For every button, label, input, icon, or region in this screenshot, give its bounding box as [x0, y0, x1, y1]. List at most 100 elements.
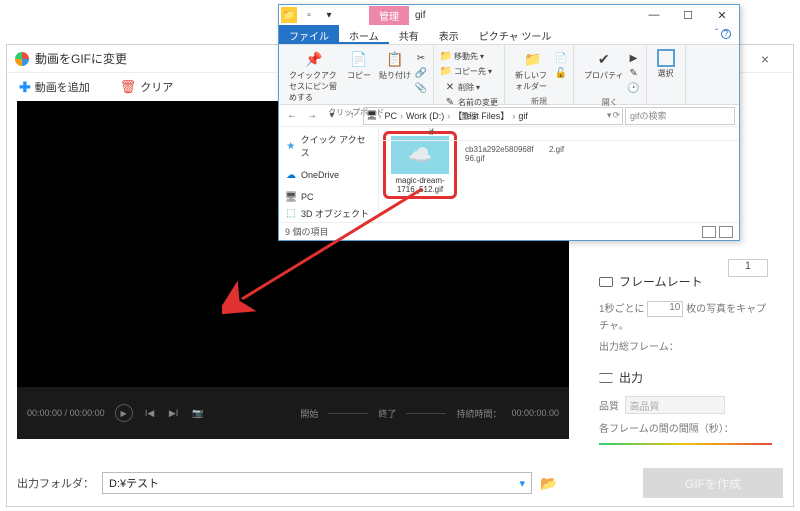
address-bar-row: ← → ▾ ↑ 🖥› PC› Work (D:)› 【Test Files】› … — [279, 105, 739, 127]
close-window-button[interactable]: ✕ — [705, 9, 739, 22]
pc-breadcrumb-icon: 🖥 — [366, 110, 377, 121]
history-button[interactable]: 🕑 — [628, 81, 640, 95]
edit-button[interactable]: ✎ — [628, 66, 640, 80]
move-to-button[interactable]: 📁移動先 ▾ — [440, 49, 498, 63]
start-field[interactable] — [328, 413, 368, 414]
menu-home[interactable]: ホーム — [339, 25, 389, 44]
menu-view[interactable]: 表示 — [429, 25, 469, 44]
new-folder-icon: 📁 — [523, 49, 543, 69]
file-item-selected[interactable]: ☁️ magic-dream-1716_512.gif — [388, 136, 452, 194]
close-button[interactable]: × — [745, 51, 785, 67]
maximize-button[interactable]: ☐ — [671, 9, 705, 22]
framerate-icon — [599, 277, 613, 287]
fps-input[interactable]: 10 — [647, 301, 683, 317]
selected-file-highlight: ☁️ magic-dream-1716_512.gif — [383, 131, 457, 199]
output-heading: 出力 — [599, 369, 772, 386]
address-bar[interactable]: 🖥› PC› Work (D:)› 【Test Files】› gif ▾⟳ — [363, 107, 623, 125]
player-controls: 00:00:00 / 00:00:00 ▶ I◀ ▶I 📷 開始 終了 持続時間… — [17, 387, 569, 439]
file-name: magic-dream-1716_512.gif — [388, 176, 452, 194]
forward-button[interactable]: → — [303, 107, 321, 125]
snapshot-button[interactable]: 📷 — [191, 408, 205, 419]
refresh-icon[interactable]: ⟳ — [612, 110, 620, 121]
back-button[interactable]: ← — [283, 107, 301, 125]
frame-gap-row: 各フレームの間の間隔（秒）： — [599, 420, 772, 435]
up-button[interactable]: ↑ — [343, 107, 361, 125]
output-icon — [599, 373, 613, 383]
menu-share[interactable]: 共有 — [389, 25, 429, 44]
crumb-gif[interactable]: gif — [516, 111, 530, 121]
browse-folder-icon[interactable]: 📂 — [540, 475, 557, 492]
properties-icon: ✔ — [594, 49, 614, 69]
item-count: 9 個の項目 — [285, 225, 329, 238]
dropdown-icon[interactable]: ▾ — [519, 477, 525, 490]
loop-count-input[interactable]: 1 — [728, 259, 768, 277]
nav-quick-access[interactable]: ★クイック アクセス — [283, 131, 374, 161]
file-item[interactable]: 2.gif — [545, 145, 585, 154]
clear-button[interactable]: 🗑クリア — [120, 79, 174, 95]
duration-value: 00:00:00.00 — [511, 408, 559, 418]
ribbon: 📌クイックアクセスにピン留めする 📄コピー 📋貼り付け ✂🔗📎 クリップボード … — [279, 45, 739, 105]
menu-file[interactable]: ファイル — [279, 25, 339, 44]
paste-button[interactable]: 📋貼り付け — [375, 47, 415, 105]
add-video-button[interactable]: ✚動画を追加 — [19, 79, 90, 96]
quality-select[interactable]: 高品質 — [625, 396, 725, 414]
minimize-button[interactable]: — — [637, 9, 671, 22]
qat-dropdown-icon[interactable]: ▾ — [321, 7, 337, 23]
copy-path-button[interactable]: 🔗 — [415, 66, 427, 80]
next-frame-button[interactable]: ▶I — [167, 408, 181, 419]
explorer-menu: ファイル ホーム 共有 表示 ピクチャ ツール ˇ ? — [279, 25, 739, 45]
properties-button[interactable]: ✔プロパティ — [580, 47, 628, 95]
delete-button[interactable]: ✕削除 ▾ — [444, 80, 498, 94]
new-item-button[interactable]: 📄 — [555, 51, 567, 65]
cut-button[interactable]: ✂ — [415, 51, 427, 65]
new-folder-button[interactable]: 📁新しいフォルダー — [511, 47, 555, 94]
quality-row: 品質 高品質 — [599, 396, 772, 414]
quality-gradient — [599, 443, 772, 445]
output-folder-input[interactable]: D:¥テスト▾ — [102, 472, 532, 494]
select-icon — [657, 49, 675, 67]
nav-onedrive[interactable]: ☁OneDrive — [283, 167, 374, 183]
file-explorer-window: 📁 ▫ ▾ 管理 gif — ☐ ✕ ファイル ホーム 共有 表示 ピクチャ ツ… — [278, 4, 740, 241]
file-thumbnail: ☁️ — [391, 136, 449, 174]
menu-picture-tools[interactable]: ピクチャ ツール — [469, 25, 562, 44]
select-button[interactable]: 選択 — [653, 47, 679, 81]
crumb-testfiles[interactable]: 【Test Files】 — [451, 109, 511, 122]
file-list[interactable]: if ☁️ magic-dream-1716_512.gif cb31a292e… — [379, 127, 739, 222]
qat-icon[interactable]: ▫ — [301, 7, 317, 23]
easy-access-button[interactable]: 🔓 — [555, 66, 567, 80]
framerate-row: 1秒ごとに 10 枚の写真をキャプチャ。 — [599, 300, 772, 332]
nav-3d-objects[interactable]: ⬚3D オブジェクト — [283, 205, 374, 222]
context-tab[interactable]: 管理 — [369, 6, 409, 25]
view-details-icon[interactable] — [702, 226, 716, 238]
bottom-bar: 出力フォルダ： D:¥テスト▾ 📂 GIFを作成 — [17, 468, 783, 498]
open-button[interactable]: ▶ — [628, 51, 640, 65]
col-header[interactable]: if — [429, 127, 434, 137]
nav-pc[interactable]: 🖥PC — [283, 189, 374, 205]
prev-frame-button[interactable]: I◀ — [143, 408, 157, 419]
trash-icon: 🗑 — [120, 79, 137, 95]
star-icon: ★ — [285, 140, 297, 152]
create-gif-button[interactable]: GIFを作成 — [643, 468, 783, 498]
end-field[interactable] — [406, 413, 446, 414]
output-frames-row: 出力総フレーム： — [599, 338, 772, 353]
view-large-icon[interactable] — [719, 226, 733, 238]
recent-dropdown[interactable]: ▾ — [323, 107, 341, 125]
paste-shortcut-button[interactable]: 📎 — [415, 81, 427, 95]
play-button[interactable]: ▶ — [115, 404, 133, 422]
pin-quickaccess-button[interactable]: 📌クイックアクセスにピン留めする — [285, 47, 343, 105]
copy-to-button[interactable]: 📁コピー先 ▾ — [440, 64, 498, 78]
crumb-drive[interactable]: Work (D:) — [404, 111, 446, 121]
search-input[interactable]: gifの検索 — [625, 107, 735, 125]
copy-button[interactable]: 📄コピー — [343, 47, 375, 105]
crumb-pc[interactable]: PC — [382, 111, 399, 121]
add-video-label: 動画を追加 — [35, 79, 90, 95]
end-label: 終了 — [378, 407, 396, 420]
cloud-icon: ☁ — [285, 169, 297, 181]
ribbon-toggle-icon[interactable]: ˇ ? — [707, 25, 739, 44]
time-current: 00:00:00 / 00:00:00 — [27, 408, 105, 418]
file-item[interactable]: cb31a292e580968f96.gif — [461, 145, 541, 163]
output-folder-label: 出力フォルダ： — [17, 475, 94, 491]
window-title: gif — [415, 10, 426, 21]
clear-label: クリア — [140, 79, 173, 95]
pin-icon: 📌 — [304, 49, 324, 69]
